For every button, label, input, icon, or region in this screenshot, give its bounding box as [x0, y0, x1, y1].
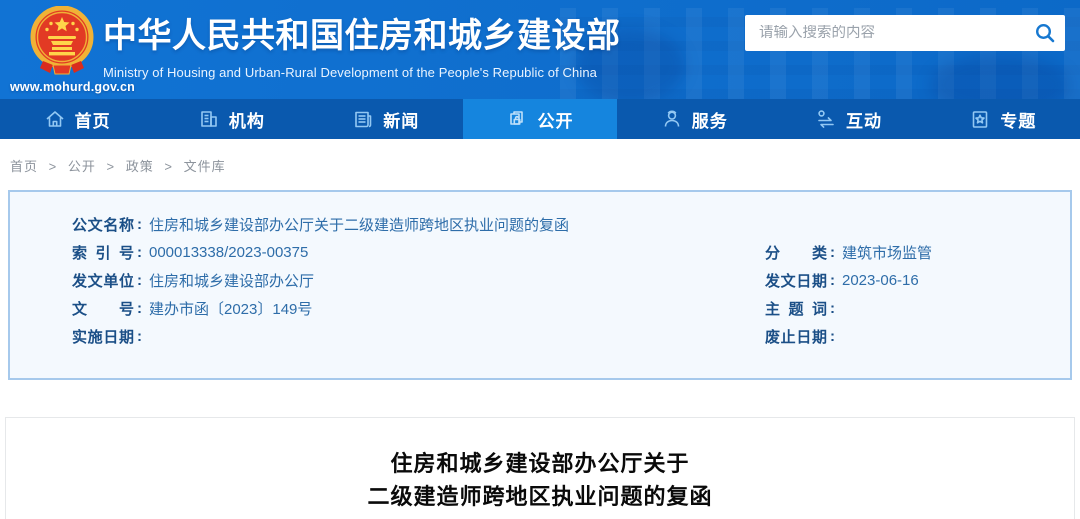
meta-colon: : — [830, 272, 835, 289]
meta-label: 发文日期 — [765, 270, 827, 291]
nav-item-news[interactable]: 新闻 — [309, 99, 463, 139]
nav-item-label: 专题 — [1000, 107, 1036, 132]
site-title-block: 中华人民共和国住房和城乡建设部 Ministry of Housing and … — [103, 14, 621, 80]
meta-label: 实施日期 — [72, 326, 134, 347]
nav-item-label: 互动 — [846, 107, 882, 132]
meta-value: 住房和城乡建设部办公厅 — [149, 270, 314, 291]
search-input[interactable] — [745, 25, 1025, 41]
document-meta-box: 公文名称 : 住房和城乡建设部办公厅关于二级建造师跨地区执业问题的复函 索引号 … — [8, 190, 1072, 380]
nav-item-organization[interactable]: 机构 — [154, 99, 308, 139]
meta-row-subject-words: 主题词 : — [765, 294, 932, 322]
interaction-icon — [815, 108, 837, 130]
site-header: www.mohurd.gov.cn 中华人民共和国住房和城乡建设部 Minist… — [0, 0, 1080, 99]
meta-colon: : — [137, 328, 142, 345]
nav-item-label: 机构 — [229, 107, 265, 132]
breadcrumb-separator: > — [164, 159, 173, 174]
breadcrumb-item-policy[interactable]: 政策 — [126, 159, 154, 174]
meta-label: 发文单位 — [72, 270, 134, 291]
meta-label: 主题词 — [765, 298, 827, 319]
meta-grid: 索引号 : 000013338/2023-00375 发文单位 : 住房和城乡建… — [10, 238, 1070, 350]
organization-icon — [198, 108, 220, 130]
nav-item-label: 新闻 — [383, 107, 419, 132]
meta-colon: : — [830, 244, 835, 261]
meta-label: 分类 — [765, 242, 827, 263]
national-emblem-logo — [27, 6, 97, 78]
nav-item-label: 服务 — [692, 107, 728, 132]
meta-value: 住房和城乡建设部办公厅关于二级建造师跨地区执业问题的复函 — [149, 214, 569, 235]
meta-row-implementation-date: 实施日期 : — [10, 322, 765, 350]
nav-item-interaction[interactable]: 互动 — [771, 99, 925, 139]
document-title-line2: 二级建造师跨地区执业问题的复函 — [6, 480, 1074, 513]
breadcrumb: 首页 > 公开 > 政策 > 文件库 — [0, 139, 1080, 190]
meta-colon: : — [137, 272, 142, 289]
nav-item-label: 首页 — [75, 107, 111, 132]
breadcrumb-separator: > — [107, 159, 116, 174]
meta-value: 建筑市场监管 — [842, 242, 932, 263]
search-icon — [1034, 22, 1056, 44]
nav-item-topics[interactable]: 专题 — [926, 99, 1080, 139]
national-emblem-icon — [27, 6, 97, 78]
site-subtitle: Ministry of Housing and Urban-Rural Deve… — [103, 65, 621, 80]
breadcrumb-item-disclosure[interactable]: 公开 — [68, 159, 96, 174]
search-box — [745, 15, 1065, 51]
meta-row-repeal-date: 废止日期 : — [765, 322, 932, 350]
meta-row-issuing-unit: 发文单位 : 住房和城乡建设部办公厅 — [10, 266, 765, 294]
news-icon — [352, 108, 374, 130]
meta-colon: : — [137, 216, 142, 233]
breadcrumb-separator: > — [49, 159, 58, 174]
meta-row-document-number: 文号 : 建办市函〔2023〕149号 — [10, 294, 765, 322]
meta-colon: : — [830, 328, 835, 345]
main-nav: 首页 机构 新闻 公开 服务 互动 — [0, 99, 1080, 139]
breadcrumb-item-home[interactable]: 首页 — [10, 159, 38, 174]
meta-value: 000013338/2023-00375 — [149, 244, 308, 261]
meta-row-document-name: 公文名称 : 住房和城乡建设部办公厅关于二级建造师跨地区执业问题的复函 — [10, 210, 1070, 238]
nav-item-disclosure[interactable]: 公开 — [463, 99, 617, 139]
document-content-box: 住房和城乡建设部办公厅关于 二级建造师跨地区执业问题的复函 — [5, 417, 1075, 519]
topics-icon — [969, 108, 991, 130]
meta-label: 公文名称 — [72, 214, 134, 235]
service-icon — [661, 108, 683, 130]
document-title-line1: 住房和城乡建设部办公厅关于 — [6, 447, 1074, 480]
meta-column-left: 索引号 : 000013338/2023-00375 发文单位 : 住房和城乡建… — [10, 238, 765, 350]
meta-colon: : — [137, 300, 142, 317]
breadcrumb-item-library[interactable]: 文件库 — [184, 159, 226, 174]
site-title: 中华人民共和国住房和城乡建设部 — [103, 14, 621, 60]
meta-value: 2023-06-16 — [842, 272, 919, 289]
meta-column-right: 分类 : 建筑市场监管 发文日期 : 2023-06-16 主题词 : 废止日期… — [765, 238, 932, 350]
site-url: www.mohurd.gov.cn — [10, 80, 114, 94]
nav-item-services[interactable]: 服务 — [617, 99, 771, 139]
meta-value: 建办市函〔2023〕149号 — [149, 298, 312, 319]
search-button[interactable] — [1025, 15, 1065, 51]
meta-row-issue-date: 发文日期 : 2023-06-16 — [765, 266, 932, 294]
nav-item-home[interactable]: 首页 — [0, 99, 154, 139]
meta-colon: : — [830, 300, 835, 317]
meta-label: 文号 — [72, 298, 134, 319]
meta-label: 废止日期 — [765, 326, 827, 347]
disclosure-icon — [506, 108, 528, 130]
home-icon — [44, 108, 66, 130]
meta-row-index-number: 索引号 : 000013338/2023-00375 — [10, 238, 765, 266]
nav-item-label: 公开 — [537, 107, 573, 132]
meta-label: 索引号 — [72, 242, 134, 263]
meta-row-category: 分类 : 建筑市场监管 — [765, 238, 932, 266]
meta-colon: : — [137, 244, 142, 261]
